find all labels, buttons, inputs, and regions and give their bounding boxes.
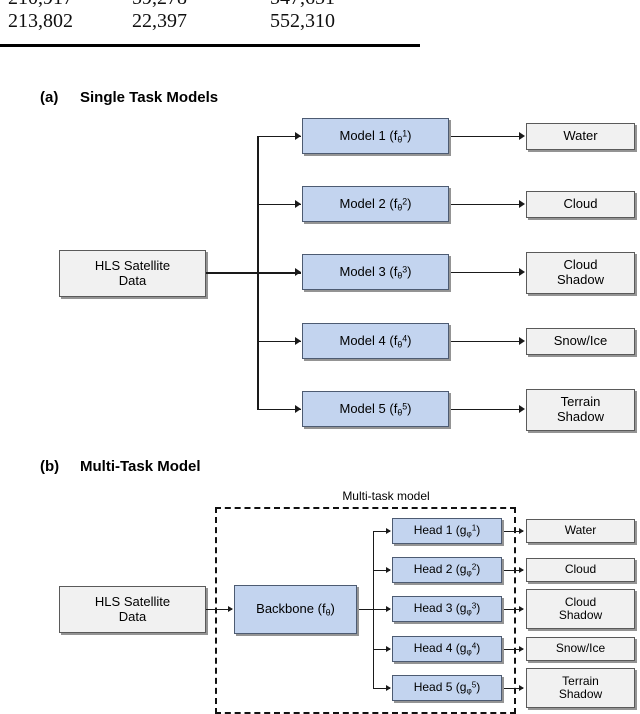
head-box-1: Head 1 (gφ1) [392,518,502,544]
panel-b-input-line2: Data [118,608,147,624]
panel-b-output-box-snow-ice: Snow/Ice [526,637,635,661]
model-box-4: Model 4 (fθ4) [302,323,449,359]
output-box-snow-ice: Snow/Ice [526,328,635,355]
panel-b-input-arrow [228,606,233,612]
head-label-4: Head 4 (gφ4) [413,641,481,657]
head-box-4: Head 4 (gφ4) [392,636,502,662]
output-label-line1: Cloud [564,594,597,609]
output-label-line1: Cloud [563,257,598,273]
panel-a-output-wire-5 [451,409,523,410]
table-bottom-rule [0,44,420,47]
panel-b-caption: (b) Multi-Task Model [40,458,201,475]
panel-b-branch-arrow-5 [386,685,391,691]
panel-a-output-arrow-4 [519,337,525,345]
output-label-line1: Cloud [563,196,598,212]
table-cell: 213,802 [8,10,73,32]
output-label-line1: Water [564,523,597,538]
table-row: 213,802 22,397 552,310 [0,10,440,34]
backbone-box: Backbone (fθ) [234,585,357,634]
output-label-line1: Terrain [562,673,599,688]
panel-b-output-arrow-2 [519,567,524,573]
panel-a-output-wire-3 [451,272,523,273]
output-label-line1: Terrain [560,394,601,410]
panel-b-output-arrow-5 [519,685,524,691]
panel-a-branch-arrow-2 [295,200,301,208]
output-label-line1: Snow/Ice [555,641,606,656]
panel-b-output-box-cloud-shadow: Cloud Shadow [526,589,635,629]
head-label-2: Head 2 (gφ2) [413,562,481,578]
model-label-2: Model 2 (fθ2) [339,195,412,213]
head-label-1: Head 1 (gφ1) [413,523,481,539]
head-label-5: Head 5 (gφ5) [413,680,481,696]
panel-b-branch-arrow-1 [386,528,391,534]
panel-a-output-wire-4 [451,341,523,342]
output-label-line1: Cloud [564,562,597,577]
panel-a-input-line2: Data [118,272,147,288]
head-box-2: Head 2 (gφ2) [392,557,502,583]
output-label-line2: Shadow [558,608,603,622]
output-label-line1: Water [563,128,598,144]
model-label-1: Model 1 (fθ1) [339,127,412,145]
panel-a-title: Single Task Models [80,89,219,106]
table-fragment: 210,917 59,278 547,651 213,802 22,397 55… [0,0,440,52]
output-label-line2: Shadow [558,687,603,701]
panel-b-output-arrow-4 [519,646,524,652]
backbone-label: Backbone (fθ) [256,601,335,618]
head-label-3: Head 3 (gφ3) [413,601,481,617]
model-label-3: Model 3 (fθ3) [339,263,412,281]
output-box-cloud-shadow: Cloud Shadow [526,252,635,294]
panel-a-trunk-wire [206,272,258,274]
panel-a-input-box: HLS Satellite Data [59,250,206,297]
model-label-4: Model 4 (fθ4) [339,332,412,350]
head-box-5: Head 5 (gφ5) [392,675,502,701]
panel-a-output-arrow-5 [519,405,525,413]
model-label-5: Model 5 (fθ5) [339,400,412,418]
panel-a-caption: (a) Single Task Models [40,89,218,106]
panel-b-branch-arrow-4 [386,646,391,652]
model-box-5: Model 5 (fθ5) [302,391,449,427]
output-label-line2: Shadow [557,409,604,424]
panel-b-input-line1: HLS Satellite [94,593,171,609]
panel-b-output-box-water: Water [526,519,635,543]
panel-a-branch-arrow-1 [295,132,301,140]
panel-b-title: Multi-Task Model [80,458,201,475]
panel-b-branch-arrow-2 [386,567,391,573]
table-cell: 22,397 [132,10,187,32]
panel-b-output-box-cloud: Cloud [526,558,635,582]
panel-b-tag: (b) [40,458,60,475]
multi-task-group-label: Multi-task model [342,489,430,503]
panel-b-output-arrow-3 [519,606,524,612]
model-box-2: Model 2 (fθ2) [302,186,449,222]
table-cell: 552,310 [270,10,335,32]
panel-a-branch-arrow-3 [295,268,301,276]
panel-b-input-box: HLS Satellite Data [59,586,206,633]
panel-b-output-box-terrain-shadow: Terrain Shadow [526,668,635,708]
output-box-water: Water [526,123,635,150]
panel-a-branch-arrow-4 [295,337,301,345]
model-box-1: Model 1 (fθ1) [302,118,449,154]
table-cell: 210,917 [8,0,73,10]
panel-a-output-wire-1 [451,136,523,137]
panel-a-branch-arrow-5 [295,405,301,413]
panel-b-output-arrow-1 [519,528,524,534]
output-box-cloud: Cloud [526,191,635,218]
panel-a-output-arrow-1 [519,132,525,140]
model-box-3: Model 3 (fθ3) [302,254,449,290]
panel-b-branch-arrow-3 [386,606,391,612]
panel-a-output-arrow-3 [519,268,525,276]
panel-a-output-wire-2 [451,204,523,205]
table-cell: 59,278 [132,0,187,10]
output-label-line2: Shadow [557,272,604,287]
head-box-3: Head 3 (gφ3) [392,596,502,622]
output-label-line1: Snow/Ice [553,333,608,349]
panel-a-output-arrow-2 [519,200,525,208]
table-cell: 547,651 [270,0,335,10]
panel-a-tag: (a) [40,89,59,106]
output-box-terrain-shadow: Terrain Shadow [526,389,635,431]
panel-a-input-line1: HLS Satellite [94,257,171,273]
